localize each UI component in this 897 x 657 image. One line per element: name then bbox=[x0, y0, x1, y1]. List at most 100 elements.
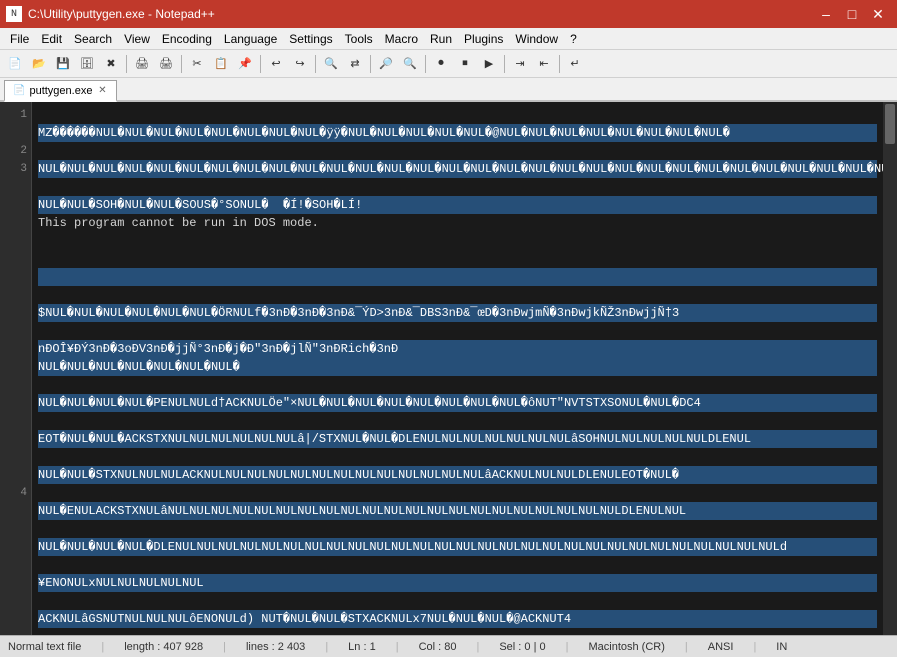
redo-button[interactable]: ↪ bbox=[289, 53, 311, 75]
new-button[interactable]: 📄 bbox=[4, 53, 26, 75]
save-all-button[interactable]: 🗄 bbox=[76, 53, 98, 75]
copy-button[interactable]: 📋 bbox=[210, 53, 232, 75]
close-button[interactable]: ✕ bbox=[865, 4, 891, 24]
code-line-3h: NUL�NUL�NUL�NUL�DLENULNULNULNULNULNULNUL… bbox=[38, 538, 877, 556]
menu-help[interactable]: ? bbox=[564, 30, 583, 48]
app-icon: N bbox=[6, 6, 22, 22]
menu-language[interactable]: Language bbox=[218, 30, 283, 48]
status-format: ANSI bbox=[708, 641, 734, 653]
code-line-3e: EOT�NUL�NUL�ACKSTXNULNULNULNULNULNULâ|/S… bbox=[38, 430, 877, 448]
status-position: Ln : 1 bbox=[348, 641, 376, 653]
toolbar-separator-1 bbox=[126, 55, 127, 73]
outdent-button[interactable]: ⇤ bbox=[533, 53, 555, 75]
line-numbers: 1 2 3 4 bbox=[0, 102, 32, 635]
zoom-in-button[interactable]: 🔎 bbox=[375, 53, 397, 75]
find-button[interactable]: 🔍 bbox=[320, 53, 342, 75]
menu-plugins[interactable]: Plugins bbox=[458, 30, 509, 48]
title-bar-controls: – □ ✕ bbox=[813, 4, 891, 24]
tab-icon: 📄 bbox=[13, 85, 25, 96]
toolbar-separator-8 bbox=[559, 55, 560, 73]
toolbar-separator-4 bbox=[315, 55, 316, 73]
line-num-space5 bbox=[4, 232, 27, 250]
tab-close-button[interactable]: ✕ bbox=[96, 85, 108, 97]
code-line-3c: NUL�NUL�NUL�NUL�NUL�NUL�NUL� bbox=[38, 358, 877, 376]
menu-file[interactable]: File bbox=[4, 30, 35, 48]
toolbar-separator-7 bbox=[504, 55, 505, 73]
print-button[interactable]: 🖨 bbox=[131, 53, 153, 75]
line-num-4: 4 bbox=[4, 484, 27, 502]
scrollbar-thumb[interactable] bbox=[885, 104, 895, 144]
code-line-1c: NUL�NUL�SOH�NUL�NUL�SOUS�°SONUL� �Í!�SOH… bbox=[38, 196, 877, 214]
line-num-space14 bbox=[4, 394, 27, 412]
editor-content[interactable]: MZ������NUL�NUL�NUL�NUL�NUL�NUL�NUL�NUL�… bbox=[32, 102, 883, 635]
replace-button[interactable]: ⇄ bbox=[344, 53, 366, 75]
line-num-space4 bbox=[4, 214, 27, 232]
save-button[interactable]: 💾 bbox=[52, 53, 74, 75]
maximize-button[interactable]: □ bbox=[839, 4, 865, 24]
line-num-space1 bbox=[4, 124, 27, 142]
status-length: length : 407 928 bbox=[124, 641, 203, 653]
menu-encoding[interactable]: Encoding bbox=[156, 30, 218, 48]
macro-record-button[interactable]: ⏺ bbox=[430, 53, 452, 75]
code-line-1b: NUL�NUL�NUL�NUL�NUL�NUL�NUL�NUL�NUL�NUL�… bbox=[38, 160, 877, 178]
macro-stop-button[interactable]: ⏹ bbox=[454, 53, 476, 75]
indent-button[interactable]: ⇥ bbox=[509, 53, 531, 75]
code-line-1d: This program cannot be run in DOS mode. bbox=[38, 214, 877, 232]
macro-play-button[interactable]: ▶ bbox=[478, 53, 500, 75]
title-bar: N C:\Utility\puttygen.exe - Notepad++ – … bbox=[0, 0, 897, 28]
code-line-3f: NUL�NUL�STXNULNULNULACKNULNULNULNULNULNU… bbox=[38, 466, 877, 484]
window-title: C:\Utility\puttygen.exe - Notepad++ bbox=[28, 7, 215, 21]
menu-search[interactable]: Search bbox=[68, 30, 118, 48]
paste-button[interactable]: 📌 bbox=[234, 53, 256, 75]
status-col: Col : 80 bbox=[419, 641, 457, 653]
close-file-button[interactable]: ✖ bbox=[100, 53, 122, 75]
menu-bar: File Edit Search View Encoding Language … bbox=[0, 28, 897, 50]
open-button[interactable]: 📂 bbox=[28, 53, 50, 75]
toolbar: 📄 📂 💾 🗄 ✖ 🖨 🖨 ✂ 📋 📌 ↩ ↪ 🔍 ⇄ 🔎 🔍 ⏺ ⏹ ▶ ⇥ … bbox=[0, 50, 897, 78]
menu-macro[interactable]: Macro bbox=[379, 30, 424, 48]
minimize-button[interactable]: – bbox=[813, 4, 839, 24]
line-num-1: 1 bbox=[4, 106, 27, 124]
print-now-button[interactable]: 🖨 bbox=[155, 53, 177, 75]
code-line-3i: ¥ENONULxNULNULNULNULNUL bbox=[38, 574, 877, 592]
status-mode: IN bbox=[776, 641, 787, 653]
vertical-scrollbar[interactable] bbox=[883, 102, 897, 635]
tab-puttygen[interactable]: 📄 puttygen.exe ✕ bbox=[4, 80, 117, 102]
line-num-space19 bbox=[4, 502, 27, 520]
code-line-3g: NUL�ENULACKSTXNULâNULNULNULNULNULNULNULN… bbox=[38, 502, 877, 520]
line-num-space16 bbox=[4, 430, 27, 448]
menu-edit[interactable]: Edit bbox=[35, 30, 68, 48]
menu-window[interactable]: Window bbox=[509, 30, 564, 48]
status-sel: Sel : 0 | 0 bbox=[499, 641, 545, 653]
line-num-space2 bbox=[4, 178, 27, 196]
line-num-space10 bbox=[4, 322, 27, 340]
menu-run[interactable]: Run bbox=[424, 30, 458, 48]
line-num-space8 bbox=[4, 286, 27, 304]
line-num-space13 bbox=[4, 376, 27, 394]
code-line-3j: ACKNULâGSNUTNULNULNULôENONULd) NUT�NUL�N… bbox=[38, 610, 877, 628]
zoom-out-button[interactable]: 🔍 bbox=[399, 53, 421, 75]
code-line-3a: $NUL�NUL�NUL�NUL�NUL�NUL�ÖRNULf�3nÐ�3nÐ�… bbox=[38, 304, 877, 322]
status-lines: lines : 2 403 bbox=[246, 641, 305, 653]
toolbar-separator-2 bbox=[181, 55, 182, 73]
line-num-3: 3 bbox=[4, 160, 27, 178]
tab-label: puttygen.exe bbox=[29, 85, 92, 97]
line-num-space12 bbox=[4, 358, 27, 376]
menu-view[interactable]: View bbox=[118, 30, 156, 48]
line-num-space17 bbox=[4, 448, 27, 466]
line-num-space15 bbox=[4, 412, 27, 430]
undo-button[interactable]: ↩ bbox=[265, 53, 287, 75]
wordwrap-button[interactable]: ↵ bbox=[564, 53, 586, 75]
code-line-3d: NUL�NUL�NUL�NUL�PENULNULd†ACKNULÖe"×NUL�… bbox=[38, 394, 877, 412]
line-num-space7 bbox=[4, 268, 27, 286]
code-line-3b: nÐOÎ¥ÐÝ3nÐ�3oÐV3nÐ�jjÑ°3nÐ�j�Ð"3nÐ�jlÑ"3… bbox=[38, 340, 877, 358]
toolbar-separator-6 bbox=[425, 55, 426, 73]
tab-bar: 📄 puttygen.exe ✕ bbox=[0, 78, 897, 102]
toolbar-separator-3 bbox=[260, 55, 261, 73]
code-line-1: MZ������NUL�NUL�NUL�NUL�NUL�NUL�NUL�NUL�… bbox=[38, 124, 877, 142]
menu-tools[interactable]: Tools bbox=[339, 30, 379, 48]
editor-container: 1 2 3 4 MZ������NUL�NUL�NUL�NUL�NUL�NUL�… bbox=[0, 102, 897, 635]
cut-button[interactable]: ✂ bbox=[186, 53, 208, 75]
line-num-space9 bbox=[4, 304, 27, 322]
menu-settings[interactable]: Settings bbox=[283, 30, 338, 48]
